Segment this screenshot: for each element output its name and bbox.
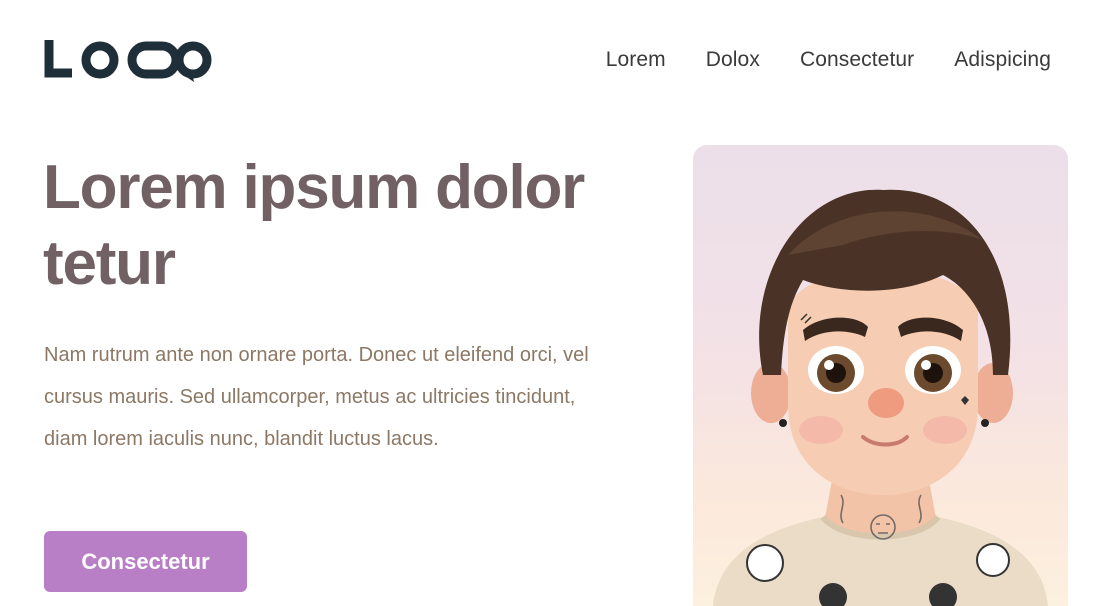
logo[interactable] <box>44 38 218 82</box>
cartoon-boy-illustration <box>713 189 1048 606</box>
logo-mark-icon <box>44 40 212 82</box>
cta-button[interactable]: Consectetur <box>44 531 247 592</box>
nav-item-dolox[interactable]: Dolox <box>706 47 760 73</box>
hero-portrait-image <box>693 145 1068 606</box>
nav-item-adispicing[interactable]: Adispicing <box>954 47 1051 73</box>
main-nav: Lorem Dolox Consectetur Adispicing <box>606 47 1051 73</box>
hero-description: Nam rutrum ante non ornare porta. Donec … <box>44 344 589 450</box>
nav-item-consectetur[interactable]: Consectetur <box>800 47 914 73</box>
hero-title: Lorem ipsum dolor tetur <box>43 153 585 298</box>
nav-item-lorem[interactable]: Lorem <box>606 47 666 73</box>
